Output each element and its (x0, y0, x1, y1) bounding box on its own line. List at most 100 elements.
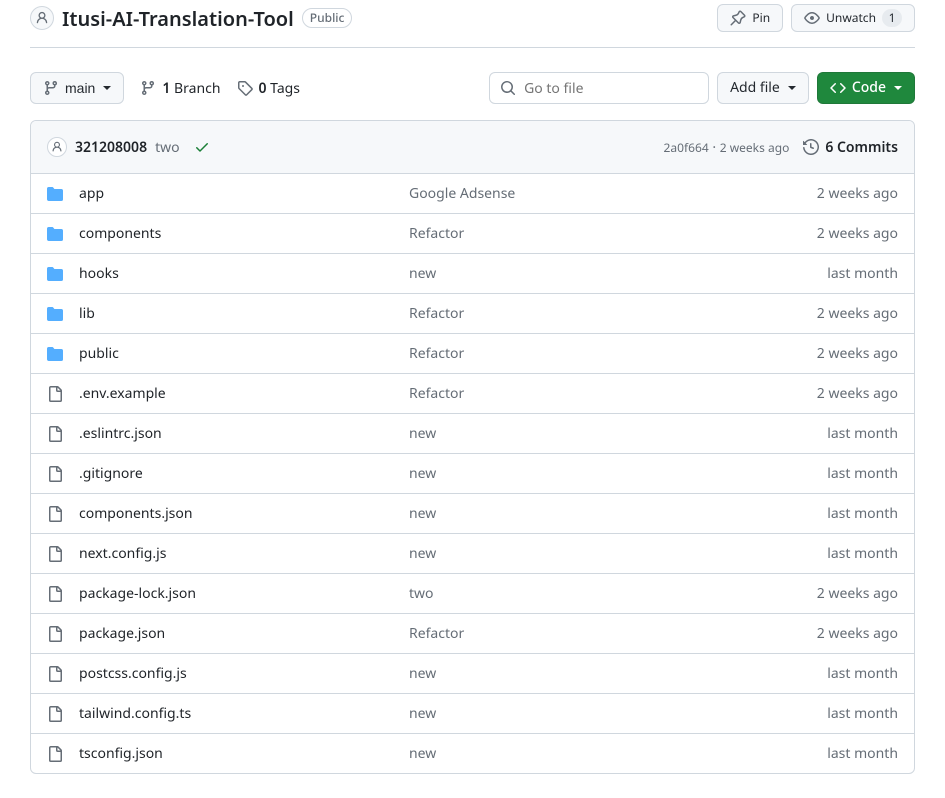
file-row: next.config.js newlast month (31, 534, 914, 574)
add-file-button[interactable]: Add file (717, 72, 809, 104)
file-name-link[interactable]: tsconfig.json (79, 744, 163, 763)
file-name-link[interactable]: tailwind.config.ts (79, 704, 191, 723)
pin-label: Pin (752, 8, 770, 28)
file-row: .gitignore newlast month (31, 454, 914, 494)
file-name-link[interactable]: next.config.js (79, 544, 166, 563)
file-name-link[interactable]: .env.example (79, 384, 166, 403)
file-icon (47, 506, 63, 522)
chevron-down-icon (103, 86, 111, 90)
folder-icon (47, 226, 63, 242)
file-time: last month (827, 464, 898, 483)
commit-sha[interactable]: 2a0f664 (664, 139, 709, 156)
file-name-link[interactable]: hooks (79, 264, 119, 283)
file-commit-message[interactable]: new (409, 424, 827, 443)
commit-info-right: 2a0f664 · 2 weeks ago 6 Commits (664, 138, 899, 157)
code-icon (830, 80, 846, 96)
file-commit-message[interactable]: Google Adsense (409, 184, 817, 203)
file-time: last month (827, 544, 898, 563)
latest-commit-header: 321208008 two 2a0f664 · 2 weeks ago 6 Co… (31, 121, 914, 174)
repo-header-right: Pin Unwatch 1 (717, 4, 915, 32)
file-commit-message[interactable]: Refactor (409, 624, 817, 643)
git-branch-icon (140, 80, 156, 96)
tag-icon (237, 80, 253, 96)
repo-header: Itusi-AI-Translation-Tool Public Pin Unw… (30, 0, 915, 48)
folder-icon (47, 306, 63, 322)
file-row: package.jsonRefactor2 weeks ago (31, 614, 914, 654)
file-time: last month (827, 504, 898, 523)
file-row: components Refactor2 weeks ago (31, 214, 914, 254)
search-input[interactable] (516, 74, 732, 103)
branches-link[interactable]: 1 Branch (140, 79, 220, 98)
file-time: last month (827, 264, 898, 283)
add-file-label: Add file (730, 78, 780, 98)
repo-name[interactable]: Itusi-AI-Translation-Tool (62, 5, 294, 32)
file-commit-message[interactable]: Refactor (409, 384, 817, 403)
file-name-link[interactable]: .gitignore (79, 464, 143, 483)
file-name-link[interactable]: components.json (79, 504, 193, 523)
file-row: .env.example Refactor2 weeks ago (31, 374, 914, 414)
toolbar-left: main 1 Branch 0 Tags (30, 72, 300, 104)
folder-icon (47, 186, 63, 202)
file-name-link[interactable]: package.json (79, 624, 165, 643)
file-icon (47, 386, 63, 402)
file-time: last month (827, 704, 898, 723)
file-time: 2 weeks ago (817, 304, 898, 323)
file-time: 2 weeks ago (817, 384, 898, 403)
file-row: public Refactor2 weeks ago (31, 334, 914, 374)
commit-message[interactable]: two (155, 138, 180, 157)
eye-icon (804, 10, 820, 26)
commit-author[interactable]: 321208008 (75, 138, 147, 157)
code-button[interactable]: Code (817, 72, 915, 104)
file-row: package-lock.jsontwo2 weeks ago (31, 574, 914, 614)
file-commit-message[interactable]: two (409, 584, 817, 603)
file-name-link[interactable]: postcss.config.js (79, 664, 187, 683)
folder-icon (47, 346, 63, 362)
file-commit-message[interactable]: Refactor (409, 344, 817, 363)
commit-history-link[interactable]: 6 Commits (803, 138, 898, 157)
file-name-link[interactable]: lib (79, 304, 95, 323)
file-commit-message[interactable]: new (409, 464, 827, 483)
pin-button[interactable]: Pin (717, 4, 783, 32)
status-check-icon[interactable] (194, 139, 210, 155)
file-commit-message[interactable]: new (409, 544, 827, 563)
file-row: appGoogle Adsense2 weeks ago (31, 174, 914, 214)
commit-author-avatar[interactable] (47, 137, 67, 157)
file-name-link[interactable]: package-lock.json (79, 584, 196, 603)
file-time: 2 weeks ago (817, 344, 898, 363)
file-commit-message[interactable]: new (409, 704, 827, 723)
file-icon (47, 546, 63, 562)
file-row: tsconfig.jsonnewlast month (31, 734, 914, 773)
file-icon (47, 626, 63, 642)
file-commit-message[interactable]: Refactor (409, 304, 817, 323)
file-toolbar: main 1 Branch 0 Tags t Add file Code (30, 72, 915, 104)
file-commit-message[interactable]: Refactor (409, 224, 817, 243)
file-row: postcss.config.jsnewlast month (31, 654, 914, 694)
visibility-badge: Public (302, 8, 353, 28)
tags-link[interactable]: 0 Tags (237, 79, 301, 98)
toolbar-right: t Add file Code (489, 72, 915, 104)
pin-icon (730, 10, 746, 26)
file-commit-message[interactable]: new (409, 744, 827, 763)
history-icon (803, 139, 819, 155)
file-browser: 321208008 two 2a0f664 · 2 weeks ago 6 Co… (30, 120, 915, 774)
tag-count: 0 (259, 79, 267, 98)
code-label: Code (852, 78, 886, 98)
file-time: 2 weeks ago (817, 224, 898, 243)
file-name-link[interactable]: app (79, 184, 104, 203)
file-time: last month (827, 424, 898, 443)
file-name-link[interactable]: public (79, 344, 119, 363)
file-search[interactable]: t (489, 72, 709, 104)
owner-avatar[interactable] (30, 6, 54, 30)
file-commit-message[interactable]: new (409, 264, 827, 283)
commit-time: 2 weeks ago (720, 139, 790, 156)
unwatch-button[interactable]: Unwatch 1 (791, 4, 915, 32)
branch-select-button[interactable]: main (30, 72, 124, 104)
file-commit-message[interactable]: new (409, 504, 827, 523)
person-icon (51, 141, 63, 153)
file-name-link[interactable]: components (79, 224, 161, 243)
folder-icon (47, 266, 63, 282)
file-commit-message[interactable]: new (409, 664, 827, 683)
file-name-link[interactable]: .eslintrc.json (79, 424, 162, 443)
file-icon (47, 666, 63, 682)
branch-label: Branch (174, 79, 220, 98)
